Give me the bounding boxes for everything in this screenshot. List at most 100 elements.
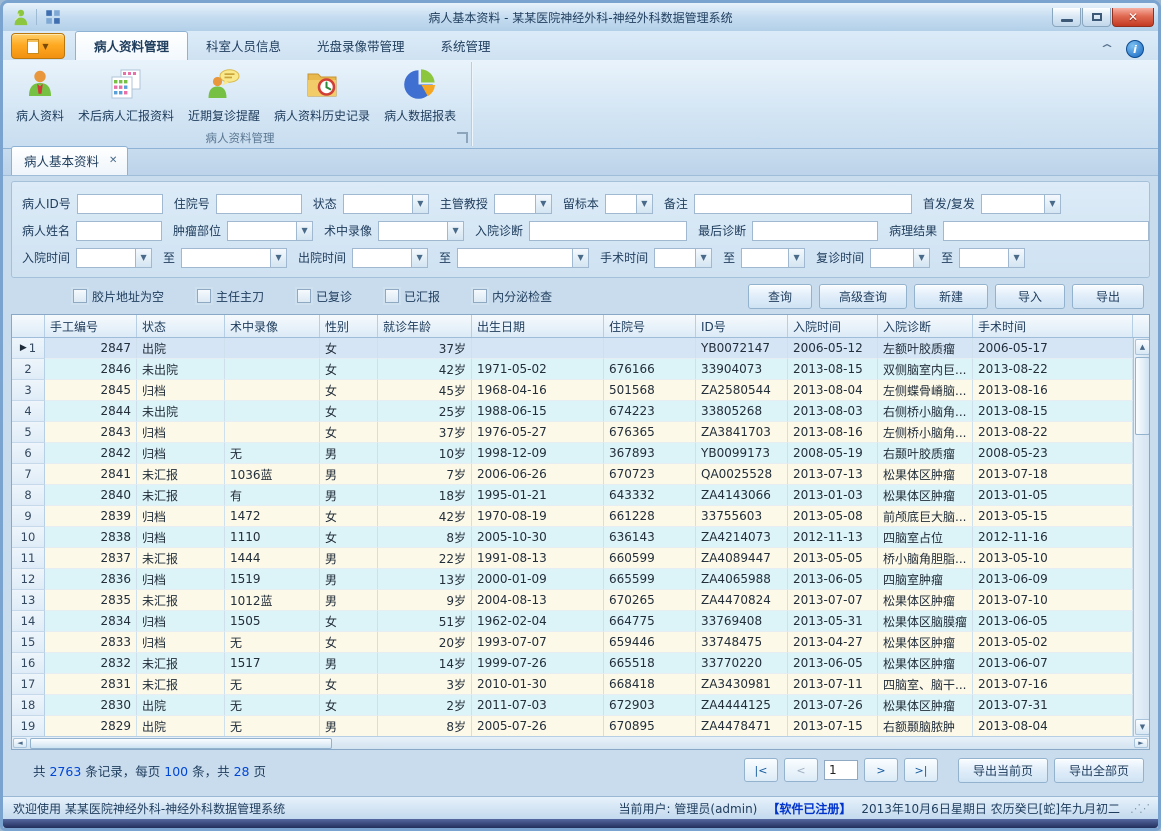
action-button[interactable]: 查询 — [748, 284, 812, 309]
dropdown-arrow-icon[interactable]: ▼ — [572, 249, 588, 267]
dropdown-arrow-icon[interactable]: ▼ — [1008, 249, 1024, 267]
table-row[interactable]: 192829出院无男8岁2005-07-26670895ZA4478471201… — [12, 716, 1133, 736]
dropdown-arrow-icon[interactable]: ▼ — [535, 195, 551, 213]
table-row[interactable]: ▶12847出院女37岁YB00721472006-05-12左额叶胶质瘤200… — [12, 338, 1133, 359]
dropdown-arrow-icon[interactable]: ▼ — [788, 249, 804, 267]
quick-access-grid-icon[interactable] — [43, 7, 63, 27]
filter-input[interactable] — [529, 221, 687, 241]
info-icon[interactable]: i — [1126, 40, 1144, 58]
column-header[interactable]: 性别 — [320, 315, 378, 337]
dialog-launcher-icon[interactable] — [457, 132, 468, 143]
ribbon-button[interactable]: 近期复诊提醒 — [181, 65, 267, 127]
filter-select[interactable]: ▼ — [605, 194, 653, 214]
filter-input[interactable] — [694, 194, 912, 214]
collapse-ribbon-icon[interactable]: ⌃ — [1098, 42, 1116, 56]
table-row[interactable]: 132835未汇报1012蓝男9岁2004-08-13670265ZA44708… — [12, 590, 1133, 611]
table-row[interactable]: 182830出院无女2岁2011-07-03672903ZA4444125201… — [12, 695, 1133, 716]
pager-page-input[interactable] — [824, 760, 858, 780]
table-row[interactable]: 152833归档无女20岁1993-07-0765944633748475201… — [12, 632, 1133, 653]
table-row[interactable]: 172831未汇报无女3岁2010-01-30668418ZA343098120… — [12, 674, 1133, 695]
maximize-button[interactable] — [1082, 8, 1111, 27]
ribbon-button[interactable]: 病人资料历史记录 — [267, 65, 377, 127]
horizontal-scroll-thumb[interactable] — [30, 738, 332, 749]
column-header[interactable]: 出生日期 — [472, 315, 604, 337]
scroll-right-icon[interactable]: ► — [1134, 738, 1148, 748]
column-header[interactable]: 住院号 — [604, 315, 696, 337]
table-row[interactable]: 82840未汇报有男18岁1995-01-21643332ZA414306620… — [12, 485, 1133, 506]
filter-checkbox[interactable]: 胶片地址为空 — [73, 288, 164, 305]
filter-checkbox[interactable]: 内分泌检查 — [473, 288, 552, 305]
action-button[interactable]: 新建 — [914, 284, 988, 309]
column-header[interactable] — [12, 315, 45, 337]
filter-input[interactable] — [216, 194, 302, 214]
table-row[interactable]: 122836归档1519男13岁2000-01-09665599ZA406598… — [12, 569, 1133, 590]
export-button[interactable]: 导出当前页 — [958, 758, 1048, 783]
filter-input[interactable] — [752, 221, 878, 241]
scroll-up-icon[interactable]: ▲ — [1135, 339, 1149, 355]
close-tab-icon[interactable]: ✕ — [109, 155, 117, 166]
filter-select[interactable]: ▼ — [76, 248, 152, 268]
filter-select[interactable]: ▼ — [494, 194, 552, 214]
table-row[interactable]: 102838归档1110女8岁2005-10-30636143ZA4214073… — [12, 527, 1133, 548]
filter-select[interactable]: ▼ — [227, 221, 313, 241]
pager-last-button[interactable]: >| — [904, 758, 938, 782]
dropdown-arrow-icon[interactable]: ▼ — [636, 195, 652, 213]
column-header[interactable]: 入院诊断 — [878, 315, 973, 337]
filter-input[interactable] — [77, 194, 163, 214]
dropdown-arrow-icon[interactable]: ▼ — [1044, 195, 1060, 213]
checkbox-icon[interactable] — [473, 289, 487, 303]
vertical-scroll-thumb[interactable] — [1135, 357, 1149, 435]
filter-checkbox[interactable]: 已汇报 — [385, 288, 440, 305]
dropdown-arrow-icon[interactable]: ▼ — [913, 249, 929, 267]
table-row[interactable]: 52843归档女37岁1976-05-27676365ZA38417032013… — [12, 422, 1133, 443]
scroll-down-icon[interactable]: ▼ — [1135, 719, 1149, 735]
column-header[interactable]: 术中录像 — [225, 315, 320, 337]
table-row[interactable]: 62842归档无男10岁1998-12-09367893YB0099173200… — [12, 443, 1133, 464]
action-button[interactable]: 高级查询 — [819, 284, 907, 309]
ribbon-button[interactable]: 病人数据报表 — [377, 65, 463, 127]
filter-select[interactable]: ▼ — [378, 221, 464, 241]
table-row[interactable]: 92839归档1472女42岁1970-08-19661228337556032… — [12, 506, 1133, 527]
scroll-left-icon[interactable]: ◄ — [13, 738, 27, 748]
horizontal-scrollbar[interactable]: ◄ ► — [12, 736, 1149, 749]
resize-grip-icon[interactable]: ⋰⋰ — [1130, 802, 1148, 815]
document-tab[interactable]: 病人基本资料 ✕ — [11, 146, 128, 175]
table-row[interactable]: 72841未汇报1036蓝男7岁2006-06-26670723QA002552… — [12, 464, 1133, 485]
filter-checkbox[interactable]: 已复诊 — [297, 288, 352, 305]
pager-first-button[interactable]: |< — [744, 758, 778, 782]
column-header[interactable]: 就诊年龄 — [378, 315, 472, 337]
ribbon-tab[interactable]: 系统管理 — [423, 32, 509, 60]
registered-link[interactable]: 【软件已注册】 — [767, 800, 851, 817]
checkbox-icon[interactable] — [385, 289, 399, 303]
dropdown-arrow-icon[interactable]: ▼ — [296, 222, 312, 240]
table-row[interactable]: 42844未出院女25岁1988-06-15674223338052682013… — [12, 401, 1133, 422]
vertical-scrollbar[interactable]: ▲ ▼ — [1133, 338, 1149, 736]
column-header[interactable]: 手工编号 — [45, 315, 137, 337]
table-row[interactable]: 112837未汇报1444男22岁1991-08-13660599ZA40894… — [12, 548, 1133, 569]
filter-select[interactable]: ▼ — [352, 248, 428, 268]
export-button[interactable]: 导出全部页 — [1054, 758, 1144, 783]
dropdown-arrow-icon[interactable]: ▼ — [135, 249, 151, 267]
filter-select[interactable]: ▼ — [181, 248, 287, 268]
table-row[interactable]: 22846未出院女42岁1971-05-02676166339040732013… — [12, 359, 1133, 380]
column-header[interactable]: 手术时间 — [973, 315, 1133, 337]
filter-select[interactable]: ▼ — [870, 248, 930, 268]
checkbox-icon[interactable] — [197, 289, 211, 303]
column-header[interactable]: 状态 — [137, 315, 225, 337]
checkbox-icon[interactable] — [73, 289, 87, 303]
ribbon-button[interactable]: 术后病人汇报资料 — [71, 65, 181, 127]
ribbon-tab[interactable]: 病人资料管理 — [75, 31, 188, 60]
filter-checkbox[interactable]: 主任主刀 — [197, 288, 264, 305]
checkbox-icon[interactable] — [297, 289, 311, 303]
dropdown-arrow-icon[interactable]: ▼ — [270, 249, 286, 267]
close-button[interactable]: ✕ — [1112, 8, 1154, 27]
app-menu-button[interactable]: ▼ — [11, 33, 65, 59]
filter-select[interactable]: ▼ — [457, 248, 589, 268]
table-row[interactable]: 142834归档1505女51岁1962-02-0466477533769408… — [12, 611, 1133, 632]
column-header[interactable]: 入院时间 — [788, 315, 878, 337]
dropdown-arrow-icon[interactable]: ▼ — [412, 195, 428, 213]
dropdown-arrow-icon[interactable]: ▼ — [447, 222, 463, 240]
ribbon-tab[interactable]: 科室人员信息 — [188, 32, 299, 60]
table-row[interactable]: 162832未汇报1517男14岁1999-07-266655183377022… — [12, 653, 1133, 674]
table-row[interactable]: 32845归档女45岁1968-04-16501568ZA25805442013… — [12, 380, 1133, 401]
